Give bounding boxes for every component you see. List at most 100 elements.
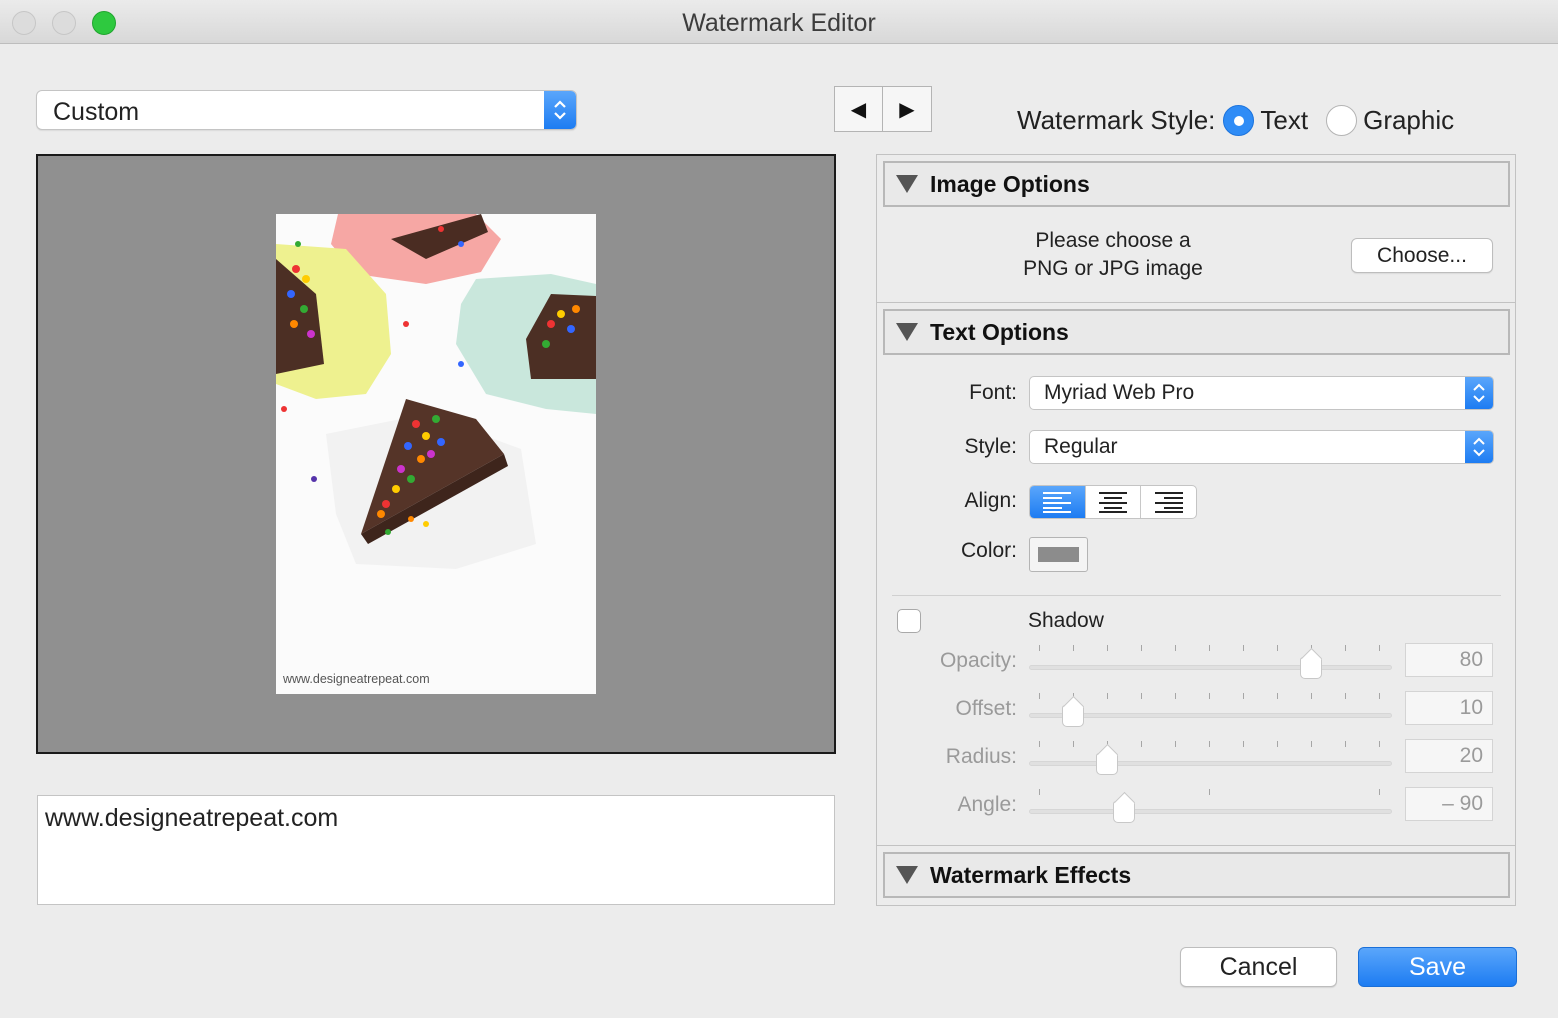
graphic-style-radio[interactable] (1326, 104, 1358, 136)
preview-photo: www.designeatrepeat.com (276, 214, 596, 694)
slider-tick (1243, 645, 1244, 651)
font-value: Myriad Web Pro (1044, 381, 1195, 404)
image-choose-prompt-line1: Please choose a (1035, 229, 1191, 252)
slider-track (1029, 761, 1392, 766)
align-left-button[interactable] (1030, 486, 1085, 518)
watermark-text-field[interactable]: www.designeatrepeat.com (37, 795, 835, 905)
text-options-header[interactable]: Text Options (883, 309, 1510, 355)
previous-image-button[interactable]: ◀ (835, 87, 883, 131)
slider-tick (1039, 789, 1040, 795)
chevron-updown-icon (544, 91, 576, 129)
watermark-effects-title: Watermark Effects (930, 862, 1132, 888)
slider-tick (1073, 741, 1074, 747)
angle-value-field[interactable]: – 90 (1405, 787, 1493, 821)
slider-tick (1243, 741, 1244, 747)
next-image-button[interactable]: ▶ (883, 87, 931, 131)
text-options-title: Text Options (930, 319, 1069, 345)
slider-tick (1277, 693, 1278, 699)
style-value: Regular (1044, 435, 1118, 458)
align-right-icon (1154, 492, 1183, 513)
align-right-button[interactable] (1140, 486, 1196, 518)
options-panel: Image Options Please choose a PNG or JPG… (876, 154, 1516, 906)
section-divider (877, 845, 1515, 846)
opacity-value-field[interactable]: 80 (1405, 643, 1493, 677)
opacity-label: Opacity: (939, 649, 1017, 672)
style-dropdown[interactable]: Regular (1029, 430, 1494, 464)
slider-tick (1379, 789, 1380, 795)
preview-watermark-text: www.designeatrepeat.com (283, 672, 430, 686)
slider-tick (1345, 693, 1346, 699)
offset-value-field[interactable]: 10 (1405, 691, 1493, 725)
watermark-effects-header[interactable]: Watermark Effects (883, 852, 1510, 898)
section-divider (877, 302, 1515, 303)
save-button[interactable]: Save (1358, 947, 1517, 987)
slider-tick (1175, 741, 1176, 747)
style-label: Style: (964, 435, 1017, 458)
angle-slider[interactable] (1029, 789, 1392, 823)
title-bar: Watermark Editor (0, 0, 1558, 44)
font-dropdown[interactable]: Myriad Web Pro (1029, 376, 1494, 410)
choose-image-button[interactable]: Choose... (1351, 238, 1493, 273)
window-title: Watermark Editor (682, 9, 876, 37)
offset-slider-knob[interactable] (1062, 705, 1084, 727)
text-style-radio[interactable] (1223, 104, 1255, 136)
slider-tick (1277, 645, 1278, 651)
slider-tick (1379, 741, 1380, 747)
slider-tick (1345, 741, 1346, 747)
watermark-preview: www.designeatrepeat.com (36, 154, 836, 754)
slider-tick (1073, 645, 1074, 651)
shadow-checkbox[interactable] (897, 609, 921, 633)
graphic-style-label[interactable]: Graphic (1363, 105, 1454, 136)
disclosure-triangle-icon (896, 323, 918, 341)
slider-tick (1141, 693, 1142, 699)
opacity-slider[interactable] (1029, 645, 1392, 679)
image-options-header[interactable]: Image Options (883, 161, 1510, 207)
slider-track (1029, 809, 1392, 814)
watermark-style-label: Watermark Style: (1017, 104, 1216, 135)
cancel-button[interactable]: Cancel (1180, 947, 1337, 987)
slider-tick (1209, 693, 1210, 699)
radius-label: Radius: (945, 745, 1017, 768)
align-label: Align: (964, 489, 1017, 512)
align-left-icon (1043, 492, 1072, 513)
slider-tick (1039, 645, 1040, 651)
shadow-label: Shadow (1028, 609, 1104, 632)
slider-tick (1243, 693, 1244, 699)
disclosure-triangle-icon (896, 175, 918, 193)
slider-tick (1345, 645, 1346, 651)
offset-label: Offset: (955, 697, 1017, 720)
color-label: Color: (960, 539, 1017, 562)
opacity-slider-knob[interactable] (1300, 657, 1322, 679)
slider-tick (1209, 741, 1210, 747)
slider-tick (1379, 645, 1380, 651)
slider-tick (1175, 693, 1176, 699)
preset-dropdown[interactable]: Custom (36, 90, 577, 130)
preset-value: Custom (53, 98, 140, 126)
slider-tick (1311, 693, 1312, 699)
text-style-label[interactable]: Text (1260, 105, 1308, 136)
color-swatch (1038, 547, 1079, 562)
font-label: Font: (969, 381, 1017, 404)
align-center-button[interactable] (1084, 486, 1141, 518)
slider-tick (1209, 645, 1210, 651)
slider-tick (1039, 741, 1040, 747)
radius-slider-knob[interactable] (1096, 753, 1118, 775)
slider-track (1029, 665, 1392, 670)
slider-tick (1277, 741, 1278, 747)
slider-tick (1141, 645, 1142, 651)
text-color-well[interactable] (1029, 537, 1088, 572)
slider-tick (1175, 645, 1176, 651)
radius-slider[interactable] (1029, 741, 1392, 775)
preview-navigation: ◀ ▶ (834, 86, 932, 132)
slider-tick (1039, 693, 1040, 699)
slider-tick (1107, 645, 1108, 651)
radius-value-field[interactable]: 20 (1405, 739, 1493, 773)
slider-tick (1141, 741, 1142, 747)
disclosure-triangle-icon (896, 866, 918, 884)
shadow-divider (892, 595, 1501, 596)
angle-label: Angle: (957, 793, 1017, 816)
offset-slider[interactable] (1029, 693, 1392, 727)
left-arrow-icon: ◀ (850, 98, 867, 121)
image-choose-prompt-line2: PNG or JPG image (1023, 257, 1203, 280)
angle-slider-knob[interactable] (1113, 801, 1135, 823)
